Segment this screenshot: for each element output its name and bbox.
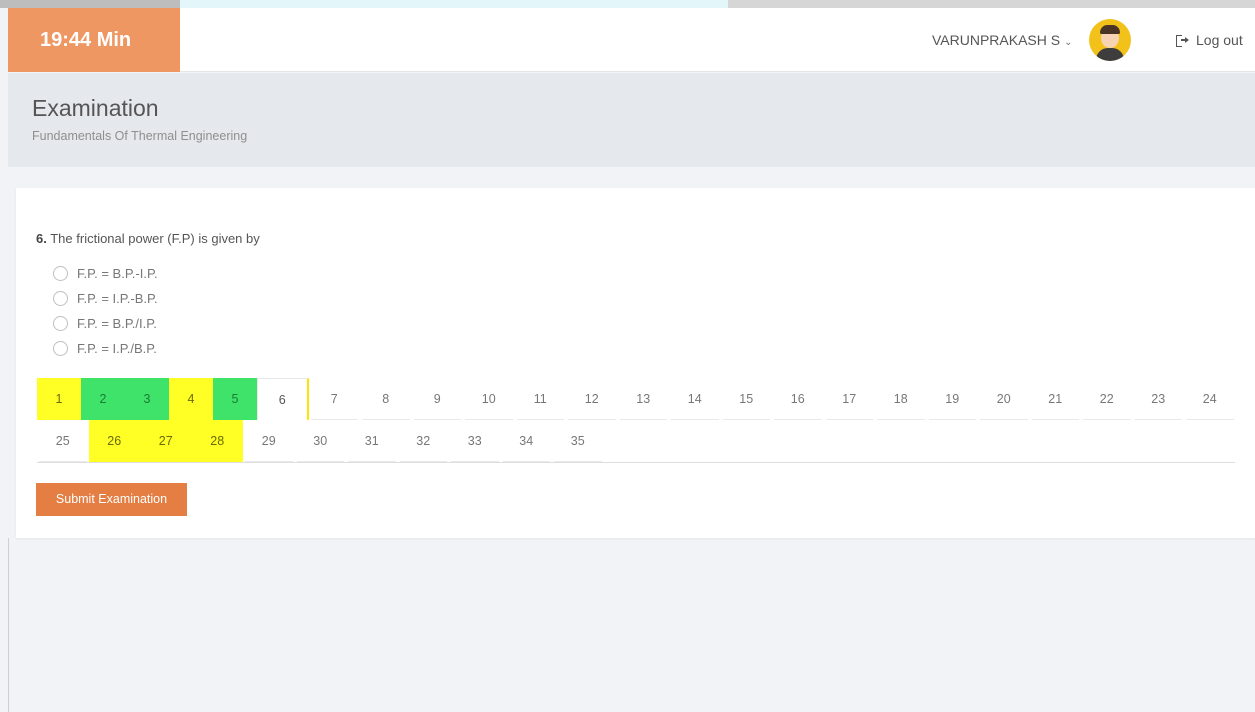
question-nav-2[interactable]: 2 (81, 378, 125, 420)
exam-timer: 19:44 Min (8, 8, 180, 72)
question-nav-25[interactable]: 25 (37, 420, 89, 462)
question-nav-26[interactable]: 26 (88, 420, 140, 462)
app-header: 19:44 Min VARUNPRAKASH S ⌄ Log out (8, 8, 1255, 72)
question-nav-28[interactable]: 28 (191, 420, 243, 462)
question-nav-1[interactable]: 1 (37, 378, 81, 420)
question-nav-14[interactable]: 14 (669, 378, 721, 420)
avatar-hair (1100, 25, 1120, 34)
question-nav-8[interactable]: 8 (360, 378, 412, 420)
top-strip-highlight (180, 0, 728, 8)
answer-option-label: F.P. = B.P./I.P. (77, 316, 157, 331)
question-nav-30[interactable]: 30 (295, 420, 347, 462)
top-strip (0, 0, 1255, 8)
answer-option[interactable]: F.P. = B.P./I.P. (53, 311, 158, 336)
answer-option-label: F.P. = B.P.-I.P. (77, 266, 158, 281)
chevron-down-icon: ⌄ (1064, 37, 1073, 48)
answer-option[interactable]: F.P. = B.P.-I.P. (53, 261, 158, 286)
question-text: 6. The frictional power (F.P) is given b… (36, 231, 260, 246)
question-nav-33[interactable]: 33 (449, 420, 501, 462)
question-nav-11[interactable]: 11 (515, 378, 567, 420)
question-nav-5[interactable]: 5 (213, 378, 257, 420)
question-nav-15[interactable]: 15 (721, 378, 773, 420)
question-nav-35[interactable]: 35 (552, 420, 604, 462)
question-nav-34[interactable]: 34 (501, 420, 553, 462)
user-name: VARUNPRAKASH S (932, 32, 1061, 48)
question-nav-4[interactable]: 4 (169, 378, 213, 420)
question-number: 6. (36, 231, 47, 246)
navigator-divider (37, 462, 1235, 463)
question-nav-21[interactable]: 21 (1030, 378, 1082, 420)
question-nav-7[interactable]: 7 (309, 378, 361, 420)
avatar[interactable] (1089, 19, 1131, 61)
logout-link[interactable]: Log out (1176, 32, 1243, 48)
question-body: The frictional power (F.P) is given by (50, 231, 260, 246)
question-nav-23[interactable]: 23 (1133, 378, 1185, 420)
top-strip-segment (728, 0, 1255, 8)
logout-label: Log out (1196, 32, 1243, 48)
question-nav-9[interactable]: 9 (412, 378, 464, 420)
question-nav-19[interactable]: 19 (927, 378, 979, 420)
question-nav-22[interactable]: 22 (1081, 378, 1133, 420)
question-nav-17[interactable]: 17 (824, 378, 876, 420)
question-nav-13[interactable]: 13 (618, 378, 670, 420)
page-header: Examination Fundamentals Of Thermal Engi… (8, 73, 1255, 167)
question-nav-16[interactable]: 16 (772, 378, 824, 420)
question-nav-32[interactable]: 32 (398, 420, 450, 462)
logout-icon (1176, 35, 1189, 47)
radio-button[interactable] (53, 341, 68, 356)
question-navigator-row-2: 25 26 27 28 29 30 31 32 33 34 35 (37, 420, 604, 462)
question-nav-10[interactable]: 10 (463, 378, 515, 420)
question-nav-18[interactable]: 18 (875, 378, 927, 420)
question-nav-29[interactable]: 29 (243, 420, 295, 462)
question-nav-24[interactable]: 24 (1184, 378, 1236, 420)
radio-button[interactable] (53, 291, 68, 306)
answer-option-label: F.P. = I.P.-B.P. (77, 291, 158, 306)
question-nav-27[interactable]: 27 (140, 420, 192, 462)
answer-option[interactable]: F.P. = I.P./B.P. (53, 336, 158, 361)
question-nav-6[interactable]: 6 (257, 378, 309, 420)
question-nav-12[interactable]: 12 (566, 378, 618, 420)
answer-option[interactable]: F.P. = I.P.-B.P. (53, 286, 158, 311)
avatar-body (1096, 48, 1124, 61)
answer-options: F.P. = B.P.-I.P. F.P. = I.P.-B.P. F.P. =… (53, 261, 158, 361)
radio-button[interactable] (53, 266, 68, 281)
question-navigator-row-1: 1 2 3 4 5 6 7 8 9 10 11 12 13 14 15 16 17 18 19 20 21 22 23 24 (37, 378, 1236, 420)
page-subtitle: Fundamentals Of Thermal Engineering (32, 129, 248, 143)
radio-button[interactable] (53, 316, 68, 331)
page-title: Examination (32, 95, 159, 121)
question-nav-31[interactable]: 31 (346, 420, 398, 462)
page-edge (8, 538, 9, 712)
question-nav-3[interactable]: 3 (125, 378, 169, 420)
question-nav-20[interactable]: 20 (978, 378, 1030, 420)
submit-examination-button[interactable]: Submit Examination (36, 483, 187, 516)
user-menu[interactable]: VARUNPRAKASH S ⌄ (932, 32, 1073, 48)
answer-option-label: F.P. = I.P./B.P. (77, 341, 157, 356)
